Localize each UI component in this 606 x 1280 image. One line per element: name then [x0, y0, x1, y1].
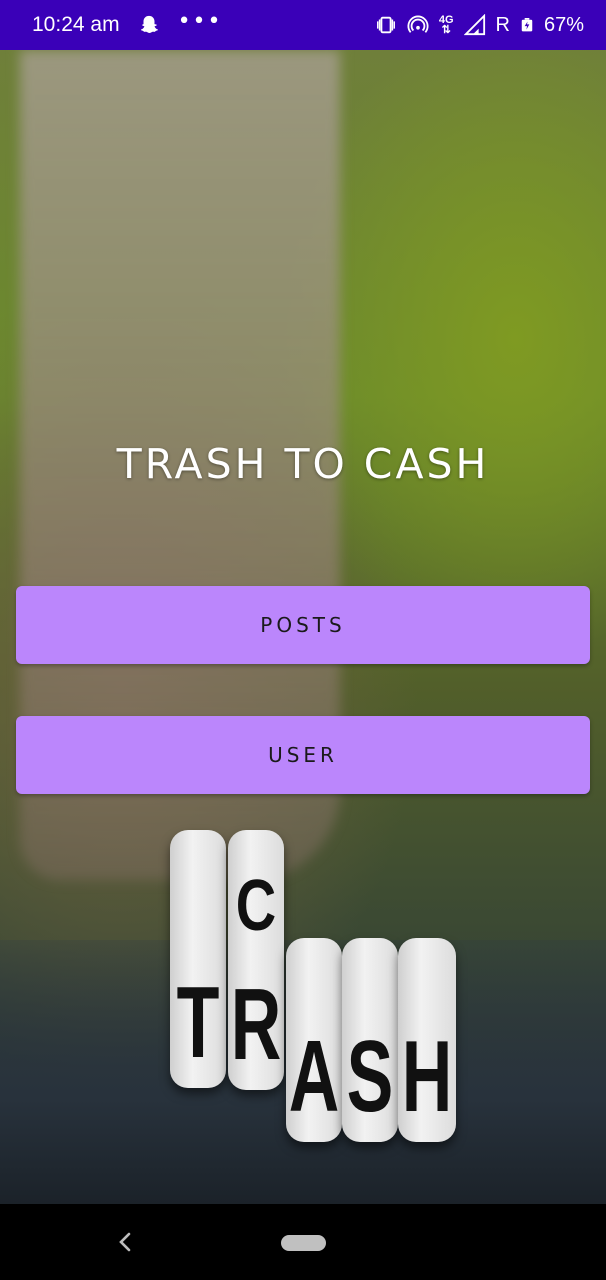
die-t: T: [170, 830, 226, 1088]
hotspot-icon: [407, 15, 429, 33]
die-letter-top: C: [235, 863, 277, 946]
die-c-r: C R: [228, 830, 284, 1090]
die-letter: R: [230, 967, 282, 1081]
home-pill-icon[interactable]: [281, 1235, 326, 1251]
die-s: S: [342, 938, 398, 1142]
status-left: 10:24 am •••: [32, 9, 223, 37]
app-title: TRASH TO CASH: [116, 440, 490, 488]
die-a: A: [286, 938, 342, 1142]
vibrate-icon: [376, 16, 395, 34]
status-bar: 10:24 am ••• 4G ⇅ R 67%: [0, 0, 606, 50]
status-right: 4G ⇅ R 67%: [375, 14, 584, 37]
battery-percent: 67%: [543, 13, 584, 36]
user-button[interactable]: USER: [16, 716, 590, 794]
die-h: H: [398, 938, 456, 1142]
data-arrows: ⇅: [441, 24, 451, 36]
status-time: 10:24 am: [32, 13, 120, 36]
snapchat-icon: [140, 15, 158, 33]
roaming-indicator: R: [495, 13, 510, 36]
die-letter: A: [288, 1019, 340, 1133]
signal-icon: [463, 14, 485, 36]
battery-icon: [521, 18, 533, 32]
die-letter: T: [176, 965, 220, 1079]
back-icon[interactable]: [112, 1228, 138, 1256]
die-letter: H: [401, 1019, 453, 1133]
dice-group: T C R A S H: [168, 830, 468, 1150]
posts-button[interactable]: POSTS: [16, 586, 590, 664]
network-4g-icon: 4G ⇅: [439, 15, 454, 36]
navigation-bar: [0, 1204, 606, 1280]
more-dots-icon: •••: [177, 9, 223, 34]
die-letter: S: [346, 1019, 394, 1133]
